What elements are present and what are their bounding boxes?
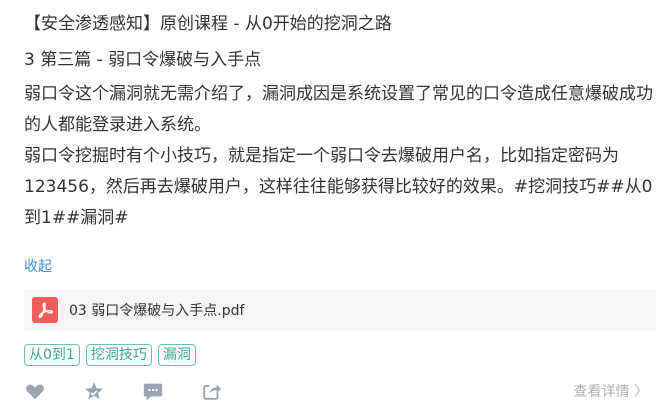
attachment-file-name: 03 弱口令爆破与入手点.pdf [69,303,245,319]
share-icon[interactable] [201,380,223,402]
tag-list: 从0到1 挖洞技巧 漏洞 [24,344,196,366]
action-bar: 查看详情 〉 [24,380,656,404]
tag-hunting-tips[interactable]: 挖洞技巧 [85,344,152,366]
pdf-icon [32,297,58,323]
tag-vulnerability[interactable]: 漏洞 [157,344,196,366]
collapse-link[interactable]: 收起 [24,256,52,278]
body-paragraph: 弱口令挖掘时有个小技巧，就是指定一个弱口令去爆破用户名，比如指定密码为12345… [24,146,653,228]
body-paragraph: 弱口令这个漏洞就无需介绍了，漏洞成因是系统设置了常见的口令造成任意爆破成功的人都… [24,84,653,135]
attachment-file[interactable]: 03 弱口令爆破与入手点.pdf [24,289,656,331]
post-title: 【安全渗透感知】原创课程 - 从0开始的挖洞之路 [24,14,392,34]
star-icon[interactable] [83,380,105,402]
view-details-link[interactable]: 查看详情 〉 [574,381,648,401]
comment-icon[interactable] [142,380,164,402]
tag-from-zero-to-one[interactable]: 从0到1 [24,344,80,366]
heart-icon[interactable] [24,380,46,402]
post-body: 弱口令这个漏洞就无需介绍了，漏洞成因是系统设置了常见的口令造成任意爆破成功的人都… [24,79,660,234]
post-subtitle: 3 第三篇 - 弱口令爆破与入手点 [24,50,262,70]
